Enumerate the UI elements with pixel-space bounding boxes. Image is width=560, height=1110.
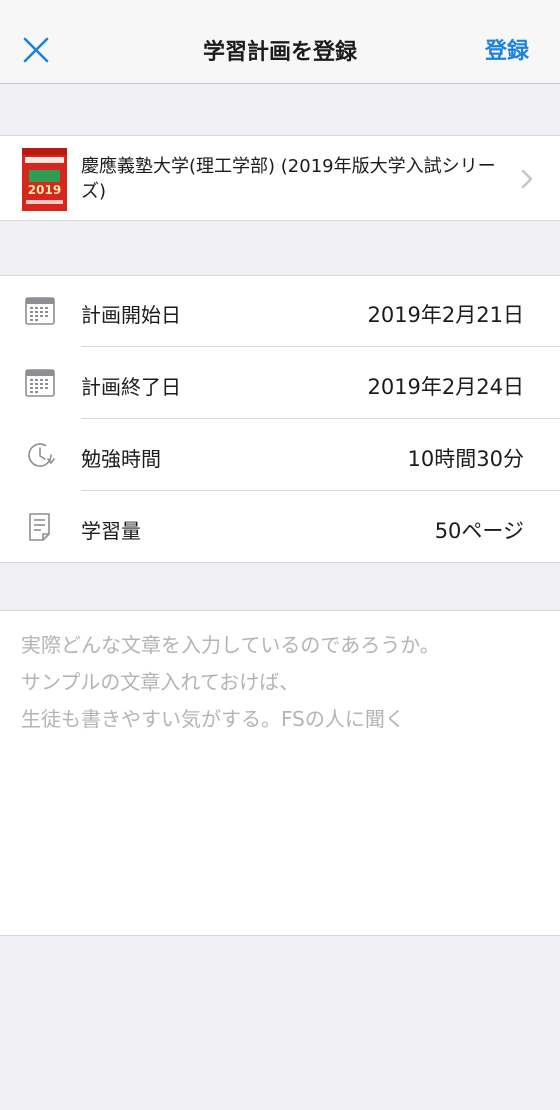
start-date-row[interactable]: 計画開始日 2019年2月21日: [0, 276, 560, 347]
study-amount-label: 学習量: [81, 519, 141, 543]
end-date-value: 2019年2月24日: [367, 375, 524, 399]
book-cover-year: 2019: [27, 183, 62, 197]
study-time-row[interactable]: 勉強時間 10時間30分: [0, 420, 560, 491]
row-divider: [81, 418, 560, 419]
document-icon: [29, 513, 50, 541]
study-time-value: 10時間30分: [407, 447, 524, 471]
register-button[interactable]: 登録: [485, 33, 529, 65]
chevron-right-icon: [521, 169, 533, 189]
study-amount-value: 50ページ: [434, 519, 524, 543]
end-date-row[interactable]: 計画終了日 2019年2月24日: [0, 348, 560, 419]
calendar-icon: [25, 369, 55, 397]
navigation-bar: 学習計画を登録 登録: [0, 0, 560, 84]
end-date-label: 計画終了日: [81, 375, 181, 399]
clock-icon: [28, 443, 55, 467]
memo-area[interactable]: 実際どんな文章を入力しているのであろうか。 サンプルの文章入れておけば、 生徒も…: [0, 610, 560, 936]
book-title: 慶應義塾大学(理工学部) (2019年版大学入試シリーズ): [81, 156, 496, 202]
start-date-label: 計画開始日: [81, 303, 181, 327]
memo-input[interactable]: 実際どんな文章を入力しているのであろうか。 サンプルの文章入れておけば、 生徒も…: [21, 627, 541, 738]
row-divider: [81, 346, 560, 347]
study-amount-row[interactable]: 学習量 50ページ: [0, 492, 560, 563]
calendar-icon: [25, 297, 55, 325]
start-date-value: 2019年2月21日: [367, 303, 524, 327]
book-select-row[interactable]: 2019 慶應義塾大学(理工学部) (2019年版大学入試シリーズ): [0, 135, 560, 221]
book-cover-image: 2019: [22, 148, 67, 211]
page-title: 学習計画を登録: [202, 40, 357, 65]
plan-detail-list: 計画開始日 2019年2月21日 計画終了日 2019年2月24日 勉強時間 1…: [0, 275, 560, 563]
row-divider: [81, 490, 560, 491]
study-time-label: 勉強時間: [81, 447, 161, 471]
